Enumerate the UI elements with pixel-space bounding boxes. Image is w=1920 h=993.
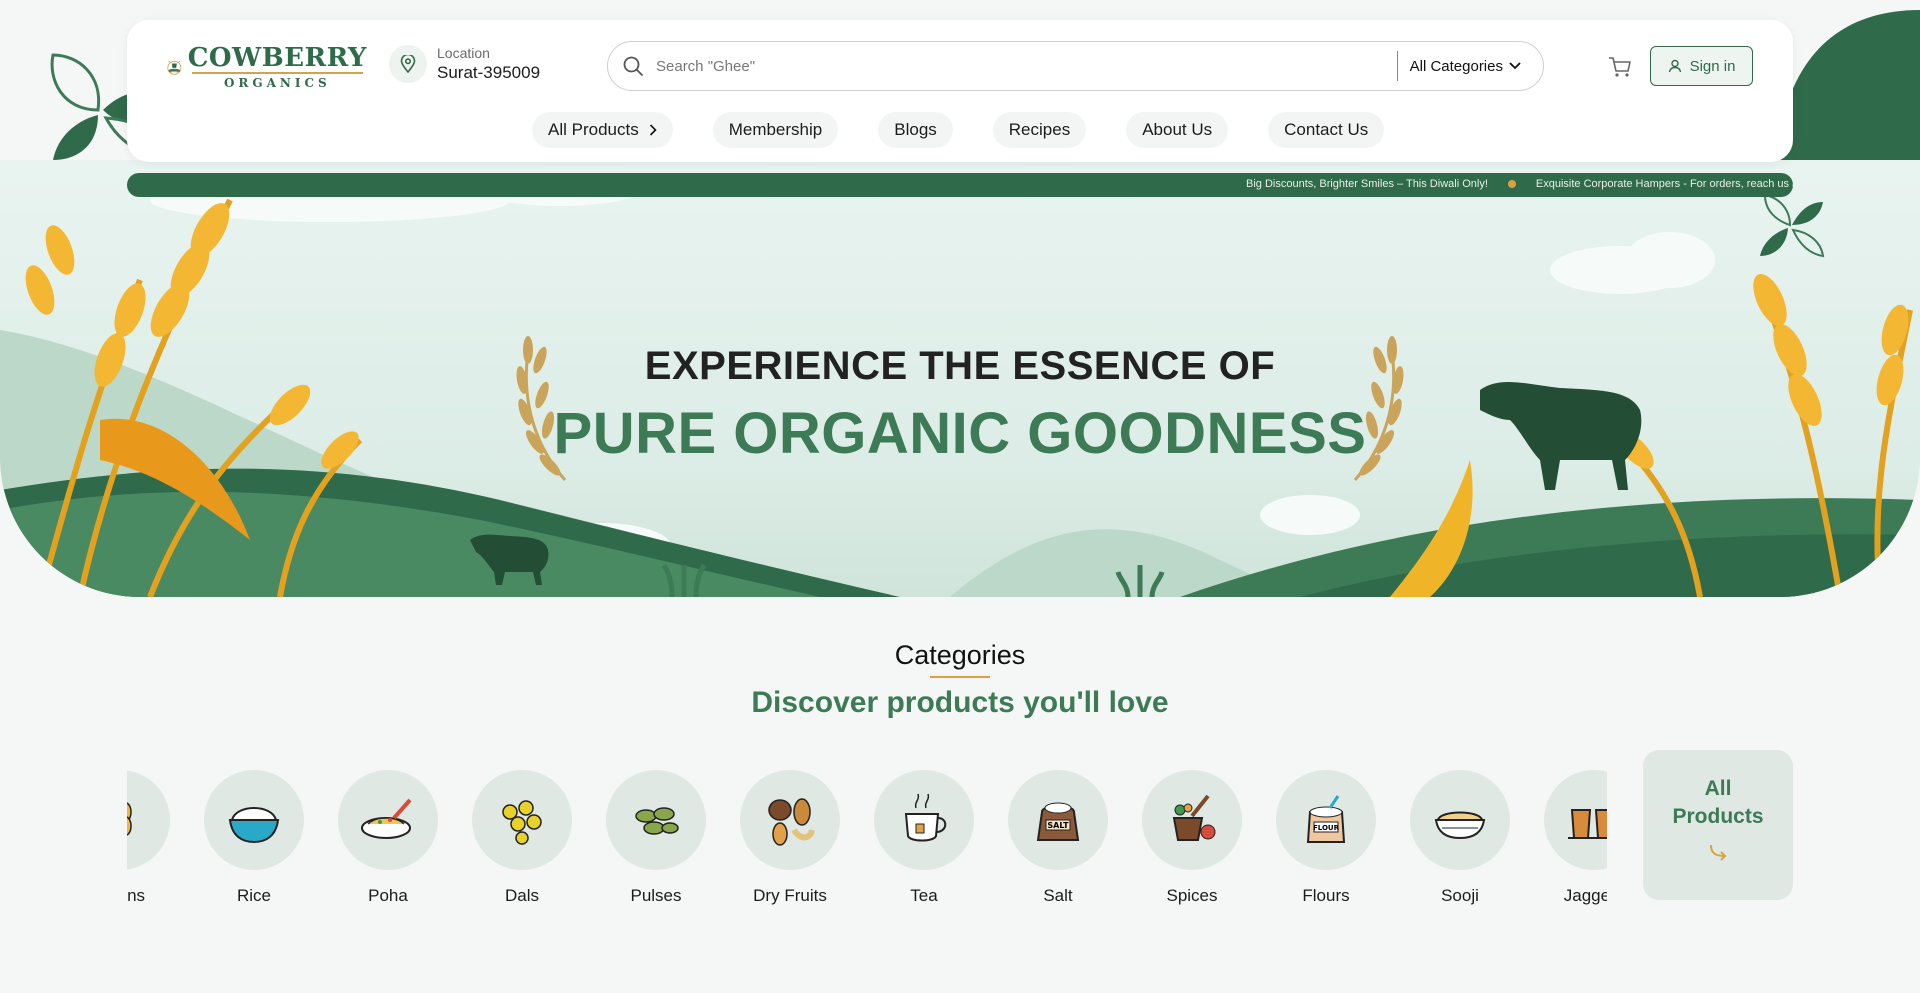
rice-icon xyxy=(204,770,304,870)
category-dropdown[interactable]: All Categories xyxy=(1398,58,1543,75)
category-jaggery[interactable]: Jaggery xyxy=(1534,770,1607,906)
category-label: Grains xyxy=(127,886,146,905)
user-icon xyxy=(1668,59,1681,73)
category-label: Jaggery xyxy=(1563,886,1607,905)
category-label: Tea xyxy=(910,886,938,905)
category-carousel[interactable]: Grains Rice Poha Dals Pulses Dry Fruits xyxy=(127,750,1607,910)
flours-icon: FLOUR xyxy=(1276,770,1376,870)
ticker-separator-dot xyxy=(1507,180,1516,188)
category-label: Poha xyxy=(368,886,408,905)
nav-item-recipes[interactable]: Recipes xyxy=(992,112,1087,148)
chevron-down-icon xyxy=(1509,62,1521,70)
category-dry-fruits[interactable]: Dry Fruits xyxy=(730,770,850,906)
category-label: Salt xyxy=(1043,886,1073,905)
grains-icon xyxy=(127,770,170,870)
category-dropdown-label: All Categories xyxy=(1409,57,1503,75)
nav-label: Contact Us xyxy=(1284,120,1369,139)
ticker-message[interactable]: Big Discounts, Brighter Smiles – This Di… xyxy=(1246,178,1488,190)
announcement-ticker: Big Discounts, Brighter Smiles – This Di… xyxy=(127,173,1793,197)
hero-subheading: PURE ORGANIC GOODNESS xyxy=(553,401,1367,466)
nav-label: Membership xyxy=(728,120,823,139)
category-dals[interactable]: Dals xyxy=(462,770,582,906)
main-nav: All Products Membership Blogs Recipes Ab… xyxy=(532,112,1385,148)
category-label: Dals xyxy=(504,886,539,905)
category-rice[interactable]: Rice xyxy=(194,770,314,906)
category-label: Flours xyxy=(1302,886,1350,905)
category-grains[interactable]: Grains xyxy=(127,770,180,906)
categories-subtitle: Discover products you'll love xyxy=(751,686,1169,719)
search-icon[interactable] xyxy=(622,55,644,77)
sign-in-label: Sign in xyxy=(1689,57,1736,75)
arrow-curve-icon xyxy=(1710,844,1727,861)
category-label: Sooji xyxy=(1441,886,1479,905)
pulses-icon xyxy=(606,770,706,870)
dry-fruits-icon xyxy=(740,770,840,870)
brand-tagline: ORGANICS xyxy=(191,72,363,90)
location-label: Location xyxy=(437,45,490,61)
dals-icon xyxy=(472,770,572,870)
cow-logo-icon xyxy=(167,60,182,75)
spices-icon xyxy=(1142,770,1242,870)
nav-label: All Products xyxy=(548,120,639,139)
sign-in-button[interactable]: Sign in xyxy=(1650,46,1753,86)
search-input[interactable] xyxy=(656,57,1397,75)
hero-heading: EXPERIENCE THE ESSENCE OF xyxy=(644,344,1276,388)
site-header: COWBERRY ORGANICS Location Surat-395009 … xyxy=(127,20,1793,162)
nav-item-all-products[interactable]: All Products xyxy=(532,112,673,148)
categories-title-underline xyxy=(930,676,990,678)
brand-logo[interactable]: COWBERRY ORGANICS xyxy=(167,34,367,100)
category-spices[interactable]: Spices xyxy=(1132,770,1252,906)
category-label: Pulses xyxy=(630,886,682,905)
category-sooji[interactable]: Sooji xyxy=(1400,770,1520,906)
svg-text:FLOUR: FLOUR xyxy=(1313,824,1340,832)
nav-label: Recipes xyxy=(1008,120,1071,139)
location-selector[interactable]: Location Surat-395009 xyxy=(389,44,540,84)
search-bar: All Categories xyxy=(607,41,1544,91)
category-flours[interactable]: FLOUR Flours xyxy=(1266,770,1386,906)
categories-title: Categories xyxy=(894,640,1026,670)
category-poha[interactable]: Poha xyxy=(328,770,448,906)
cart-icon[interactable] xyxy=(1607,54,1633,80)
location-pin-icon xyxy=(389,45,427,83)
category-salt[interactable]: SALT Salt xyxy=(998,770,1118,906)
jaggery-icon xyxy=(1544,770,1607,870)
hero-banner[interactable]: EXPERIENCE THE ESSENCE OF PURE ORGANIC G… xyxy=(0,160,1920,597)
nav-label: Blogs xyxy=(894,120,937,139)
brand-name: COWBERRY xyxy=(187,43,367,73)
all-products-card[interactable]: All Products xyxy=(1643,750,1793,900)
salt-icon: SALT xyxy=(1008,770,1108,870)
all-products-label: All Products xyxy=(1672,777,1764,828)
chevron-right-icon xyxy=(649,124,657,136)
tea-icon xyxy=(874,770,974,870)
location-value: Surat-395009 xyxy=(437,63,541,82)
decorative-leaves-small xyxy=(1760,193,1825,258)
svg-text:SALT: SALT xyxy=(1047,821,1069,830)
sooji-icon xyxy=(1410,770,1510,870)
category-label: Rice xyxy=(236,886,271,905)
category-label: Dry Fruits xyxy=(753,886,827,905)
ticker-message[interactable]: Exquisite Corporate Hampers - For orders… xyxy=(1536,178,1793,190)
category-tea[interactable]: Tea xyxy=(864,770,984,906)
poha-icon xyxy=(338,770,438,870)
nav-item-contact-us[interactable]: Contact Us xyxy=(1268,112,1385,148)
nav-item-blogs[interactable]: Blogs xyxy=(878,112,953,148)
nav-item-about-us[interactable]: About Us xyxy=(1126,112,1229,148)
nav-label: About Us xyxy=(1142,120,1213,139)
category-pulses[interactable]: Pulses xyxy=(596,770,716,906)
category-label: Spices xyxy=(1166,886,1218,905)
nav-item-membership[interactable]: Membership xyxy=(712,112,839,148)
